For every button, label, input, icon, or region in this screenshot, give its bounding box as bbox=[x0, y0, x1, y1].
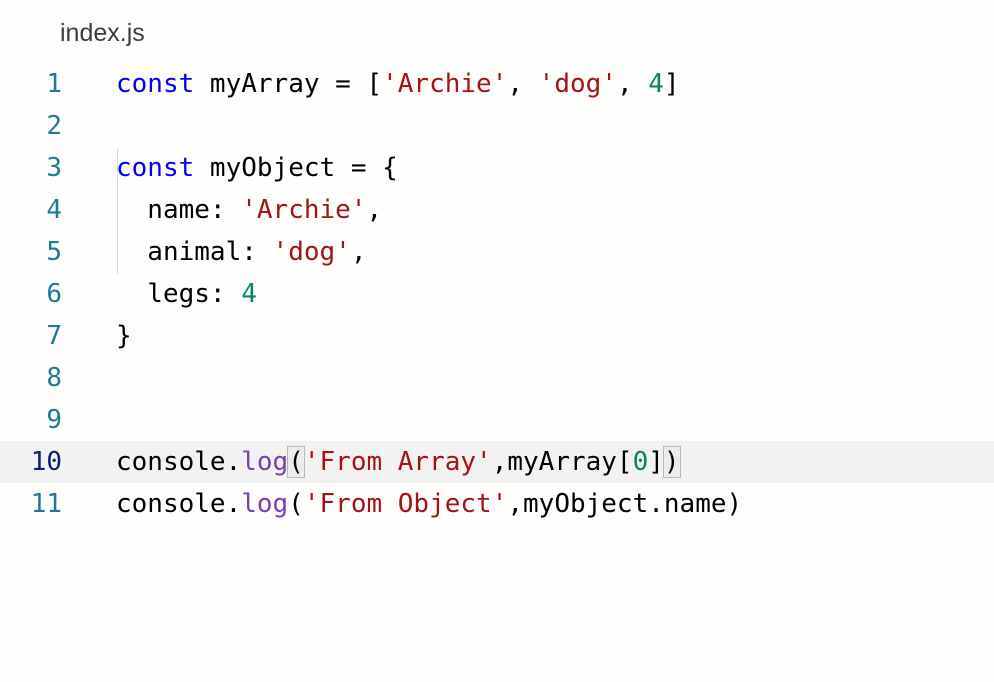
code-token: 0 bbox=[632, 447, 649, 477]
code-token: const bbox=[116, 153, 195, 183]
code-token: ,myArray[ bbox=[491, 447, 633, 477]
code-token: animal: bbox=[116, 237, 273, 267]
file-tab-title[interactable]: index.js bbox=[60, 16, 145, 50]
code-token: myObject = { bbox=[194, 153, 398, 183]
code-token: 4 bbox=[241, 279, 257, 309]
code-token: , bbox=[616, 69, 649, 99]
code-token: ] bbox=[663, 69, 680, 99]
code-line[interactable]: 6 legs: 4 bbox=[0, 273, 994, 315]
code-token: 'Archie' bbox=[382, 69, 508, 99]
code-token: , bbox=[350, 237, 367, 267]
code-token: log bbox=[241, 489, 289, 519]
line-number: 2 bbox=[46, 111, 62, 141]
line-content[interactable]: name: 'Archie', bbox=[116, 189, 382, 231]
code-token: myArray = [ bbox=[194, 69, 383, 99]
code-area[interactable]: 1 const myArray = ['Archie', 'dog', 4] 2 3 c… bbox=[0, 63, 994, 525]
code-token: 'dog' bbox=[538, 69, 617, 99]
line-content[interactable]: console.log('From Array',myArray[0]) bbox=[116, 441, 681, 483]
code-line[interactable]: 8 bbox=[0, 357, 994, 399]
code-token: const bbox=[116, 69, 195, 99]
matched-bracket: ) bbox=[662, 446, 681, 478]
line-number: 1 bbox=[46, 69, 62, 99]
code-token: 'From Object' bbox=[303, 489, 508, 519]
code-token: ,myObject.name) bbox=[507, 489, 743, 519]
code-line[interactable]: 5 animal: 'dog', bbox=[0, 231, 994, 273]
code-token: } bbox=[116, 321, 132, 351]
code-line[interactable]: 11 console.log('From Object',myObject.nam… bbox=[0, 483, 994, 525]
line-number: 4 bbox=[46, 195, 62, 225]
code-editor[interactable]: index.js 1 const myArray = ['Archie', 'do… bbox=[0, 0, 994, 682]
code-line[interactable]: 3 const myObject = { bbox=[0, 147, 994, 189]
code-line[interactable]: 1 const myArray = ['Archie', 'dog', 4] bbox=[0, 63, 994, 105]
code-line[interactable]: 9 bbox=[0, 399, 994, 441]
code-line[interactable]: 10 console.log('From Array',myArray[0]) bbox=[0, 441, 994, 483]
line-content[interactable]: animal: 'dog', bbox=[116, 231, 366, 273]
code-token: 'From Array' bbox=[303, 447, 492, 477]
code-token: , bbox=[507, 69, 539, 99]
line-content[interactable]: console.log('From Object',myObject.name) bbox=[116, 483, 742, 525]
line-content[interactable]: legs: 4 bbox=[116, 273, 257, 315]
code-token: console. bbox=[116, 447, 242, 477]
line-number: 6 bbox=[46, 279, 62, 309]
code-line[interactable]: 7} bbox=[0, 315, 994, 357]
code-token: ] bbox=[648, 447, 664, 477]
line-number: 3 bbox=[46, 153, 62, 183]
code-token: log bbox=[241, 447, 289, 477]
code-token: name: bbox=[116, 195, 242, 225]
code-token: , bbox=[366, 195, 383, 225]
code-line[interactable]: 2 bbox=[0, 105, 994, 147]
line-content[interactable]: const myObject = { bbox=[116, 147, 398, 189]
code-token: 'Archie' bbox=[241, 195, 367, 225]
code-token: ( bbox=[288, 489, 304, 519]
code-token: 4 bbox=[648, 69, 664, 99]
line-content[interactable]: const myArray = ['Archie', 'dog', 4] bbox=[116, 63, 680, 105]
code-token: legs: bbox=[116, 279, 242, 309]
line-content[interactable]: } bbox=[116, 315, 132, 357]
line-number: 5 bbox=[46, 237, 62, 267]
line-number: 11 bbox=[30, 489, 62, 519]
line-number: 8 bbox=[46, 363, 62, 393]
line-number: 9 bbox=[46, 405, 62, 435]
code-token: console. bbox=[116, 489, 242, 519]
line-number: 7 bbox=[46, 321, 62, 351]
code-line[interactable]: 4 name: 'Archie', bbox=[0, 189, 994, 231]
code-token: 'dog' bbox=[272, 237, 351, 267]
matched-bracket: ( bbox=[287, 446, 305, 478]
line-number: 10 bbox=[30, 447, 62, 477]
